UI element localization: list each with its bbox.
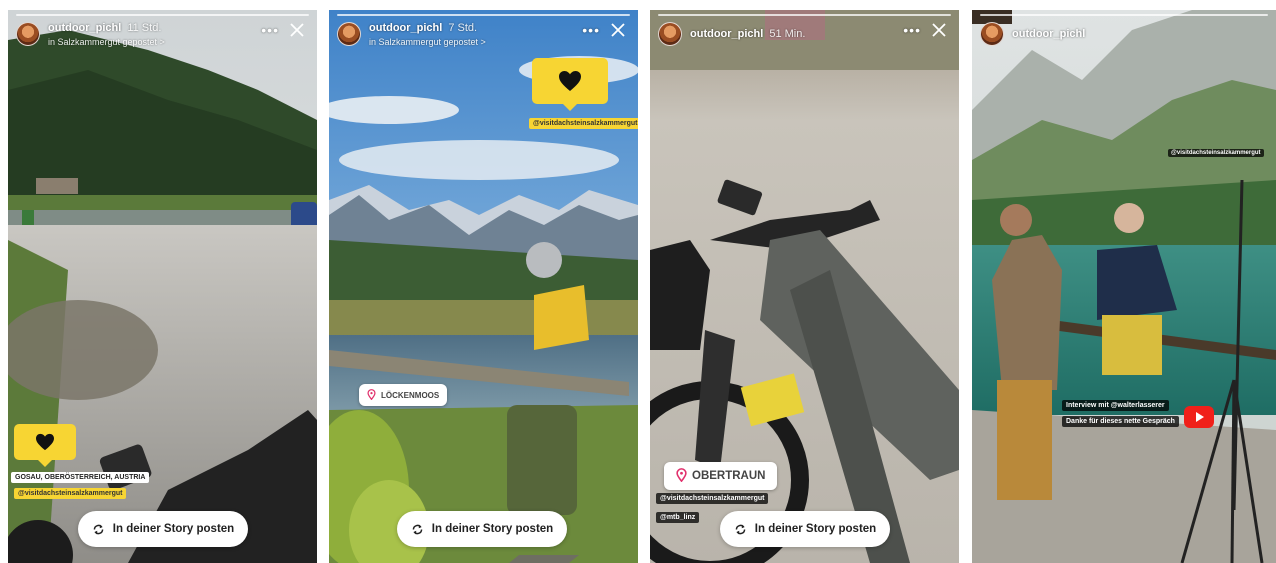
story-progress-bar bbox=[16, 14, 309, 16]
location-pin-icon bbox=[367, 388, 376, 402]
username[interactable]: outdoor_pichl 11 Std. bbox=[48, 22, 161, 34]
story-4-photo bbox=[972, 10, 1276, 563]
heart-icon bbox=[36, 433, 54, 451]
more-icon[interactable]: ••• bbox=[582, 22, 600, 38]
post-to-story-button[interactable]: In deiner Story posten bbox=[720, 511, 890, 547]
mention-sticker-2[interactable]: @mtb_linz bbox=[656, 512, 700, 523]
repost-icon bbox=[92, 523, 105, 536]
location-sticker[interactable]: LÖCKENMOOS bbox=[359, 384, 448, 406]
post-to-story-button[interactable]: In deiner Story posten bbox=[78, 511, 248, 547]
story-header: outdoor_pichl bbox=[980, 20, 1266, 50]
story-card-4[interactable]: outdoor_pichl @visitdachsteinsalzkammerg… bbox=[972, 10, 1276, 563]
mention-sticker[interactable]: @visitdachsteinsalzkammergut bbox=[656, 493, 769, 504]
story-card-1[interactable]: outdoor_pichl 11 Std. in Salzkammergut ge… bbox=[8, 10, 317, 563]
close-icon[interactable] bbox=[287, 20, 307, 40]
location-line[interactable]: in Salzkammergut gepostet > bbox=[369, 37, 486, 47]
heart-sticker[interactable] bbox=[14, 424, 76, 467]
avatar[interactable] bbox=[16, 22, 40, 46]
story-header: outdoor_pichl 51 Min. ••• bbox=[658, 20, 949, 50]
story-header: outdoor_pichl 11 Std. in Salzkammergut ge… bbox=[16, 20, 307, 50]
location-sticker[interactable]: OBERTRAUN bbox=[664, 462, 778, 490]
more-icon[interactable]: ••• bbox=[261, 22, 279, 38]
interview-caption[interactable]: Interview mit @walterlasserer bbox=[1062, 400, 1169, 411]
repost-icon bbox=[734, 523, 747, 536]
youtube-icon[interactable] bbox=[1184, 406, 1214, 428]
mention-sticker[interactable]: @visitdachsteinsalzkammergut bbox=[1168, 149, 1264, 157]
post-to-story-label: In deiner Story posten bbox=[754, 523, 877, 535]
location-label: OBERTRAUN bbox=[692, 470, 766, 482]
story-card-2[interactable]: outdoor_pichl 7 Std. in Salzkammergut gep… bbox=[329, 10, 638, 563]
post-to-story-label: In deiner Story posten bbox=[112, 523, 235, 535]
heart-sticker[interactable] bbox=[532, 58, 608, 111]
mention-sticker[interactable]: @visitdachsteinsalzkammergut bbox=[14, 488, 127, 499]
close-icon[interactable] bbox=[929, 20, 949, 40]
story-card-3[interactable]: outdoor_pichl 51 Min. ••• OBERTRAUN @visi… bbox=[650, 10, 959, 563]
username[interactable]: outdoor_pichl bbox=[1012, 28, 1085, 40]
post-to-story-button[interactable]: In deiner Story posten bbox=[397, 511, 567, 547]
heart-icon bbox=[559, 71, 581, 91]
location-label: LÖCKENMOOS bbox=[381, 390, 440, 400]
story-progress-bar bbox=[337, 14, 630, 16]
location-pin-icon bbox=[676, 467, 687, 485]
mention-sticker[interactable]: @visitdachsteinsalzkammergut bbox=[529, 118, 638, 129]
post-time: 11 Std. bbox=[127, 22, 162, 34]
story-progress-bar bbox=[658, 14, 951, 16]
repost-icon bbox=[411, 523, 424, 536]
username[interactable]: outdoor_pichl 51 Min. bbox=[690, 28, 805, 40]
more-icon[interactable]: ••• bbox=[903, 22, 921, 38]
avatar[interactable] bbox=[658, 22, 682, 46]
location-sticker[interactable]: GOSAU, OBERÖSTERREICH, AUSTRIA bbox=[11, 472, 150, 483]
avatar[interactable] bbox=[980, 22, 1004, 46]
post-time: 7 Std. bbox=[448, 22, 478, 34]
story-header: outdoor_pichl 7 Std. in Salzkammergut gep… bbox=[337, 20, 628, 50]
post-time: 51 Min. bbox=[769, 28, 806, 40]
thanks-caption: Danke für dieses nette Gespräch bbox=[1062, 416, 1179, 427]
location-line[interactable]: in Salzkammergut gepostet > bbox=[48, 37, 165, 47]
avatar[interactable] bbox=[337, 22, 361, 46]
story-progress-bar bbox=[980, 14, 1268, 16]
close-icon[interactable] bbox=[608, 20, 628, 40]
post-to-story-label: In deiner Story posten bbox=[431, 523, 554, 535]
username[interactable]: outdoor_pichl 7 Std. bbox=[369, 22, 477, 34]
